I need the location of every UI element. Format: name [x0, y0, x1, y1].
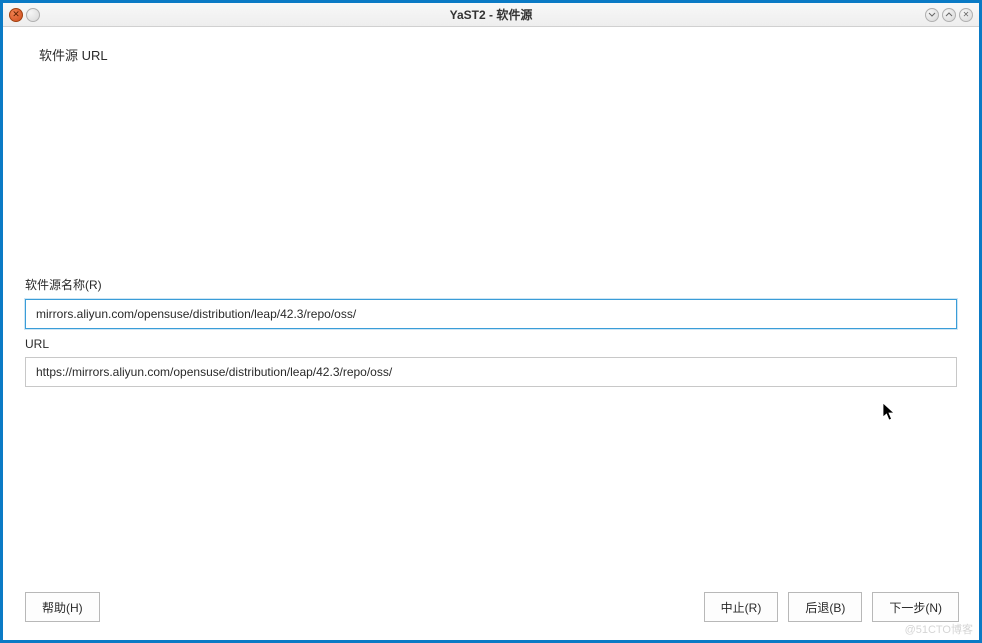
form-section: 软件源名称(R) URL [3, 268, 979, 387]
help-button[interactable]: 帮助(H) [25, 592, 100, 622]
button-bar: 帮助(H) 中止(R) 后退(B) 下一步(N) [3, 578, 979, 640]
url-label: URL [25, 337, 957, 351]
maximize-icon[interactable] [942, 8, 956, 22]
minimize-icon[interactable] [925, 8, 939, 22]
page-heading: 软件源 URL [3, 27, 979, 68]
window-title: YaST2 - 软件源 [3, 6, 979, 23]
repo-name-label: 软件源名称(R) [25, 276, 957, 293]
repo-name-input[interactable] [25, 299, 957, 329]
close-window-icon[interactable]: ✕ [959, 8, 973, 22]
titlebar-dot[interactable] [26, 8, 40, 22]
spacer [3, 68, 979, 268]
url-input[interactable] [25, 357, 957, 387]
next-button[interactable]: 下一步(N) [872, 592, 959, 622]
content-area: 软件源 URL 软件源名称(R) URL 帮助(H) 中止(R) 后退(B) 下… [3, 27, 979, 640]
close-icon[interactable]: ✕ [9, 8, 23, 22]
abort-button[interactable]: 中止(R) [704, 592, 779, 622]
back-button[interactable]: 后退(B) [788, 592, 862, 622]
titlebar-right-controls: ✕ [925, 8, 973, 22]
titlebar-left-controls: ✕ [9, 8, 40, 22]
window-titlebar: ✕ YaST2 - 软件源 ✕ [3, 3, 979, 27]
spacer [3, 387, 979, 578]
button-group-right: 中止(R) 后退(B) 下一步(N) [704, 592, 959, 622]
